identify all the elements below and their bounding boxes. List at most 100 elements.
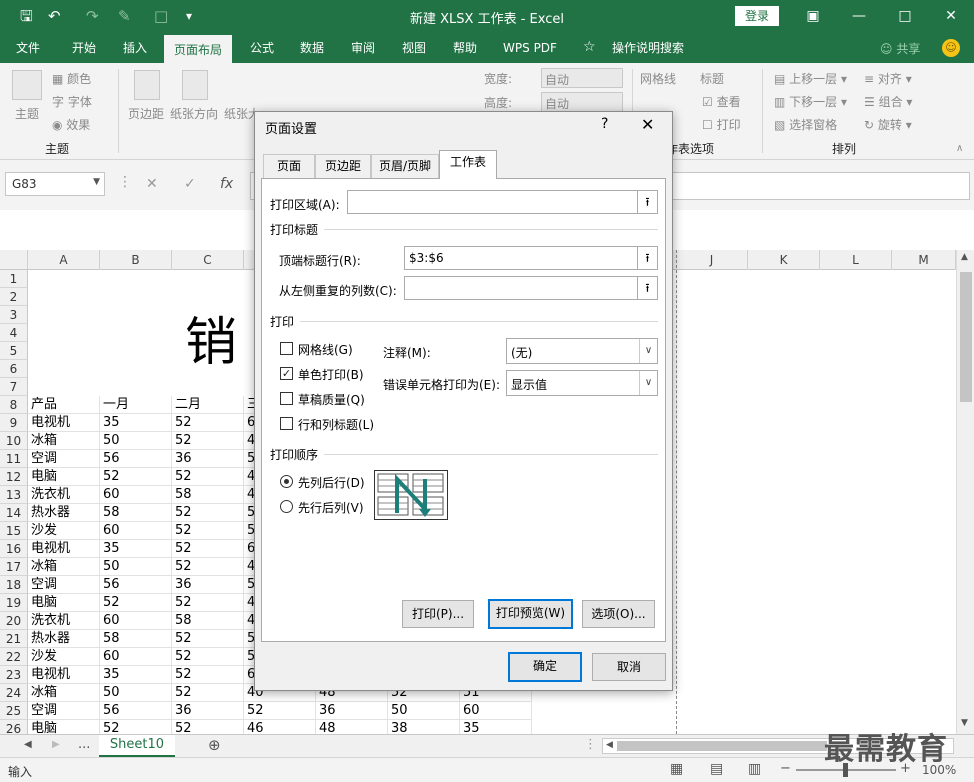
table-cell[interactable]: 52 (172, 594, 244, 612)
themes-button-label[interactable]: 主题 (15, 105, 39, 122)
table-cell[interactable]: 冰箱 (28, 684, 100, 702)
tab-wps-pdf[interactable]: WPS PDF (496, 33, 564, 63)
tab-home[interactable]: 开始 (62, 33, 106, 63)
table-cell[interactable]: 电视机 (28, 540, 100, 558)
table-cell[interactable]: 电脑 (28, 594, 100, 612)
row-header[interactable]: 8 (0, 396, 28, 414)
maximize-icon[interactable]: □ (892, 4, 918, 28)
table-cell[interactable]: 50 (100, 558, 172, 576)
print-button[interactable]: 打印(P)... (402, 600, 474, 628)
row-header[interactable]: 2 (0, 288, 28, 306)
margins-button-label[interactable]: 页边距 (128, 105, 164, 122)
row-header[interactable]: 25 (0, 702, 28, 720)
table-cell[interactable]: 52 (100, 468, 172, 486)
table-cell[interactable]: 58 (100, 504, 172, 522)
table-cell[interactable]: 60 (100, 522, 172, 540)
black-white-checkbox[interactable]: ✓ (280, 367, 293, 380)
tab-data[interactable]: 数据 (290, 33, 334, 63)
scroll-down-icon[interactable]: ▼ (961, 718, 968, 728)
horizontal-scroll-thumb[interactable] (617, 741, 827, 751)
table-cell[interactable]: 52 (172, 720, 244, 734)
table-cell[interactable]: 35 (100, 414, 172, 432)
login-button[interactable]: 登录 (735, 6, 779, 26)
table-cell[interactable]: 52 (172, 666, 244, 684)
select-all-corner[interactable] (0, 250, 28, 270)
table-cell[interactable]: 58 (172, 612, 244, 630)
rows-to-repeat-input[interactable]: $3:$6 ⭱ (404, 246, 658, 270)
table-cell[interactable]: 46 (244, 720, 316, 734)
name-box[interactable]: G83 ▼ (5, 172, 105, 196)
table-cell[interactable]: 60 (460, 702, 532, 720)
gridlines-checkbox[interactable] (280, 342, 293, 355)
table-cell[interactable]: 36 (172, 450, 244, 468)
scroll-thumb[interactable] (960, 272, 972, 402)
row-header[interactable]: 16 (0, 540, 28, 558)
table-cell[interactable]: 52 (172, 432, 244, 450)
row-header[interactable]: 3 (0, 306, 28, 324)
themes-icon[interactable] (12, 70, 42, 100)
row-header[interactable]: 4 (0, 324, 28, 342)
table-cell[interactable]: 52 (172, 558, 244, 576)
row-header[interactable]: 21 (0, 630, 28, 648)
dialog-help-button[interactable]: ? (601, 116, 608, 132)
margins-icon[interactable] (134, 70, 160, 100)
table-cell[interactable]: 58 (172, 486, 244, 504)
tab-help[interactable]: 帮助 (443, 33, 487, 63)
row-header[interactable]: 7 (0, 378, 28, 396)
down-then-over-radio[interactable] (280, 475, 293, 488)
table-cell[interactable]: 50 (388, 702, 460, 720)
print-preview-button[interactable]: 打印预览(W) (488, 599, 573, 629)
table-cell[interactable]: 52 (100, 720, 172, 734)
row-header[interactable]: 14 (0, 504, 28, 522)
table-header-cell[interactable]: 产品 (28, 396, 100, 414)
collapse-ribbon-icon[interactable]: ∧ (956, 143, 963, 154)
table-cell[interactable]: 电视机 (28, 414, 100, 432)
collapse-dialog-icon[interactable]: ⭱ (637, 247, 657, 269)
align-button[interactable]: ≡ 对齐 ▾ (864, 70, 912, 87)
table-cell[interactable]: 热水器 (28, 630, 100, 648)
more-sheets[interactable]: ... (78, 737, 90, 752)
table-header-cell[interactable]: 一月 (100, 396, 172, 414)
row-header[interactable]: 19 (0, 594, 28, 612)
chevron-down-icon[interactable]: ∨ (639, 339, 657, 363)
column-header[interactable]: K (748, 250, 820, 270)
table-cell[interactable]: 电视机 (28, 666, 100, 684)
table-cell[interactable]: 洗衣机 (28, 486, 100, 504)
row-header[interactable]: 13 (0, 486, 28, 504)
next-sheet-icon[interactable]: ▶ (52, 739, 60, 750)
over-then-down-radio[interactable] (280, 500, 293, 513)
column-header[interactable]: A (28, 250, 100, 270)
column-header[interactable]: M (892, 250, 956, 270)
zoom-out-icon[interactable]: − (780, 761, 791, 776)
orientation-icon[interactable] (182, 70, 208, 100)
table-cell[interactable]: 52 (172, 684, 244, 702)
orientation-button-label[interactable]: 纸张方向 (170, 105, 218, 122)
table-cell[interactable]: 空调 (28, 450, 100, 468)
table-cell[interactable]: 58 (100, 630, 172, 648)
table-cell[interactable]: 36 (172, 702, 244, 720)
cell-errors-select[interactable]: 显示值 ∨ (506, 370, 658, 396)
collapse-dialog-icon[interactable]: ⭱ (637, 277, 657, 299)
send-backward-button[interactable]: ▥ 下移一层 ▾ (774, 93, 847, 110)
dialog-close-button[interactable]: ✕ (641, 115, 654, 134)
table-cell[interactable]: 56 (100, 702, 172, 720)
row-header[interactable]: 11 (0, 450, 28, 468)
insert-function-icon[interactable]: fx (220, 176, 233, 192)
row-col-headings-checkbox[interactable] (280, 417, 293, 430)
table-cell[interactable]: 52 (172, 504, 244, 522)
scroll-up-icon[interactable]: ▲ (961, 252, 968, 262)
page-break-view-icon[interactable]: ▥ (748, 761, 761, 777)
table-cell[interactable]: 热水器 (28, 504, 100, 522)
table-cell[interactable]: 52 (172, 522, 244, 540)
dialog-tab-margins[interactable]: 页边距 (315, 154, 371, 178)
table-cell[interactable]: 50 (100, 684, 172, 702)
table-cell[interactable]: 空调 (28, 576, 100, 594)
table-cell[interactable]: 48 (316, 720, 388, 734)
vertical-scrollbar[interactable]: ▲ ▼ (956, 250, 974, 734)
scroll-left-icon[interactable]: ◀ (606, 740, 613, 750)
table-cell[interactable]: 52 (172, 540, 244, 558)
headings-print-checkbox[interactable]: ☐ 打印 (702, 116, 741, 133)
table-cell[interactable]: 52 (244, 702, 316, 720)
ok-button[interactable]: 确定 (508, 652, 582, 682)
ribbon-display-icon[interactable]: ▣ (800, 4, 826, 28)
